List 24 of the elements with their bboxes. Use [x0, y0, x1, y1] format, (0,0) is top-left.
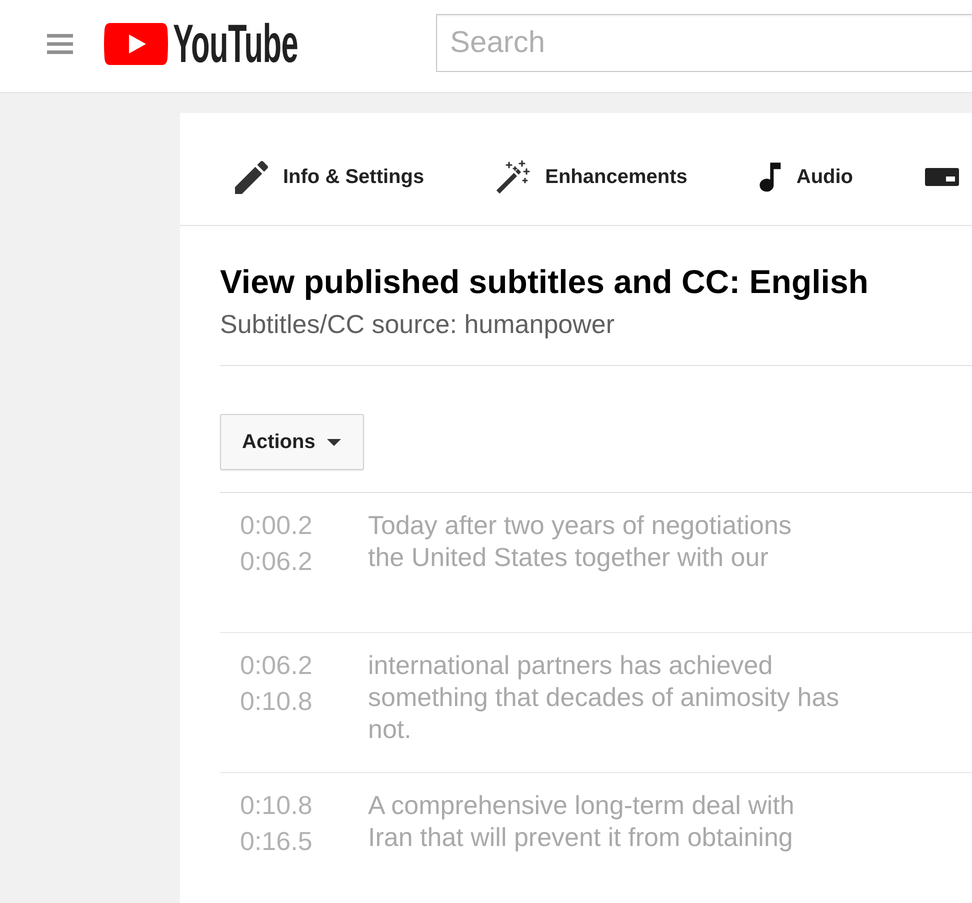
pencil-icon [235, 160, 268, 194]
page-title: View published subtitles and CC: English [220, 262, 868, 302]
menu-icon[interactable] [47, 34, 73, 54]
tab[interactable]: Audio [759, 162, 854, 192]
start-time: 0:00.2 [240, 509, 312, 541]
tab[interactable]: Enhancements [496, 160, 688, 194]
caption-text: A comprehensive long-term deal with Iran that will prevent it from obtaining [368, 789, 794, 853]
search-field[interactable]: Search [436, 14, 972, 72]
magic-wand-icon [496, 160, 530, 194]
end-time: 0:06.2 [240, 545, 312, 577]
play-logo-icon[interactable] [104, 22, 168, 66]
subtitle-source: Subtitles/CC source: humanpower [220, 309, 615, 339]
screen-icon[interactable] [925, 168, 960, 186]
logo-text[interactable]: YouTube [173, 16, 298, 72]
end-time: 0:16.5 [240, 825, 312, 857]
caption-text: international partners has achieved something that decades of animosity has not. [368, 649, 840, 745]
start-time: 0:10.8 [240, 789, 312, 821]
end-time: 0:10.8 [240, 685, 312, 717]
start-time: 0:06.2 [240, 649, 312, 681]
tab[interactable]: Info & Settings [235, 160, 424, 194]
caption-text: Today after two years of negotiations the United States together with our [368, 509, 792, 573]
actions-button[interactable]: Actions [220, 414, 364, 470]
music-note-icon [759, 162, 782, 192]
caret-icon [327, 438, 342, 446]
